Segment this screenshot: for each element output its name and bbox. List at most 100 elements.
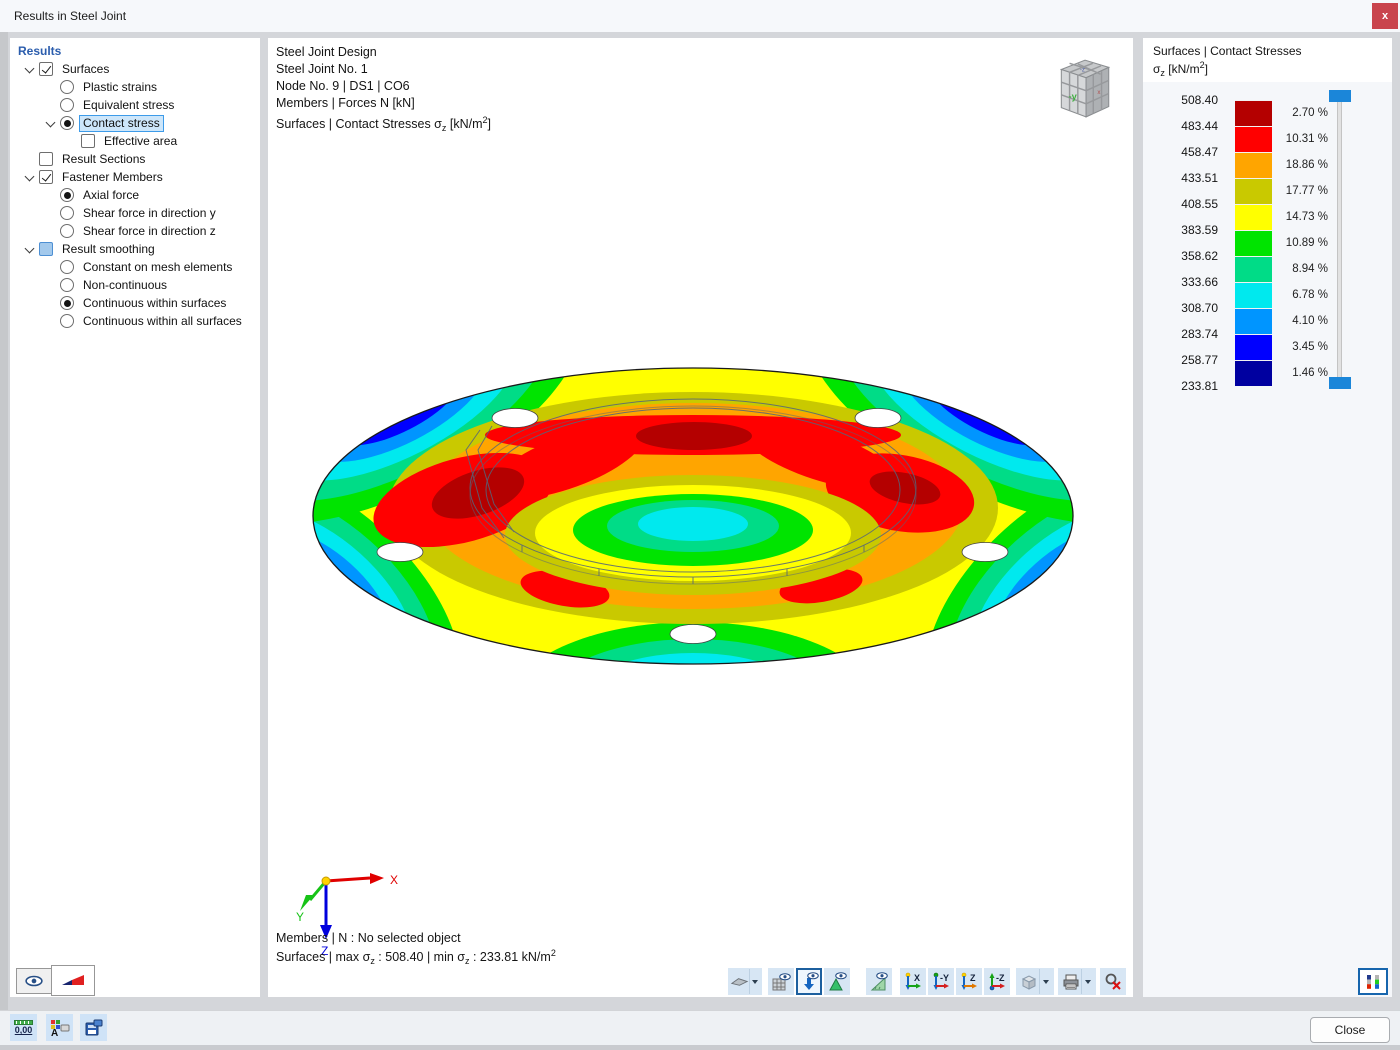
tree-control[interactable] xyxy=(81,134,95,148)
tree-item-label[interactable]: Result Sections xyxy=(58,151,149,168)
legend-percent-label: 3.45 % xyxy=(1272,341,1328,353)
expander-icon[interactable] xyxy=(43,259,60,275)
tree-control[interactable] xyxy=(39,152,53,166)
view-minus-y-button[interactable]: -Y xyxy=(928,968,954,995)
view-z-button[interactable]: Z xyxy=(956,968,982,995)
tree-item-label[interactable]: Effective area xyxy=(100,133,181,150)
tree-item-label[interactable]: Plastic strains xyxy=(79,79,161,96)
tree-item-label[interactable]: Continuous within all surfaces xyxy=(79,313,246,330)
tree-control[interactable] xyxy=(39,242,53,256)
tree-control[interactable] xyxy=(60,80,74,94)
tab-color-scale[interactable] xyxy=(51,965,95,996)
tree-item-label[interactable]: Axial force xyxy=(79,187,143,204)
close-button[interactable]: Close xyxy=(1310,1017,1390,1043)
close-icon[interactable]: x xyxy=(1372,3,1398,29)
expander-icon[interactable] xyxy=(43,277,60,293)
legend-band: 2.70 % xyxy=(1235,100,1328,126)
expander-icon[interactable] xyxy=(22,61,39,77)
expander-icon[interactable] xyxy=(43,97,60,113)
print-button[interactable] xyxy=(1058,968,1096,995)
dropdown-arrow-icon[interactable] xyxy=(1039,969,1051,994)
expander-icon[interactable] xyxy=(43,79,60,95)
dialog-titlebar[interactable]: Results in Steel Joint xyxy=(0,0,1400,32)
expander-icon[interactable] xyxy=(22,151,39,167)
tree-item-label[interactable]: Equivalent stress xyxy=(79,97,178,114)
tree-item-label[interactable]: Surfaces xyxy=(58,61,113,78)
dropdown-arrow-icon[interactable] xyxy=(1081,969,1093,994)
view-minus-z-button[interactable]: -Z xyxy=(984,968,1010,995)
expander-icon[interactable] xyxy=(43,295,60,311)
viewport-header-line: Node No. 9 | DS1 | CO6 xyxy=(276,78,491,95)
tree-item-label[interactable]: Contact stress xyxy=(79,115,164,132)
tree-item-label[interactable]: Continuous within surfaces xyxy=(79,295,230,312)
results-navigator-panel: Results Surfaces Plastic strains Equival… xyxy=(10,38,260,997)
isometric-view-button[interactable] xyxy=(1016,968,1054,995)
view-minus-z-icon: -Z xyxy=(986,971,1008,993)
tree-control[interactable] xyxy=(60,260,74,274)
legend-value-label: 333.66 xyxy=(1143,269,1218,295)
dimensions-visibility-button[interactable] xyxy=(866,968,892,995)
legend-color-swatch xyxy=(1235,230,1272,256)
tree-control[interactable] xyxy=(60,206,74,220)
tree-control[interactable] xyxy=(60,116,74,130)
expander-icon[interactable] xyxy=(22,169,39,185)
tree-item-label[interactable]: Non-continuous xyxy=(79,277,171,294)
tree-control[interactable] xyxy=(60,224,74,238)
tree-control[interactable] xyxy=(39,62,53,76)
legend-value-label: 233.81 xyxy=(1143,373,1218,399)
expander-icon[interactable] xyxy=(43,187,60,203)
viewport-canvas[interactable]: Steel Joint DesignSteel Joint No. 1Node … xyxy=(268,38,1133,997)
tree-row: Constant on mesh elements xyxy=(10,258,260,276)
tree-item-label[interactable]: Shear force in direction y xyxy=(79,205,220,222)
legend-color-swatch xyxy=(1235,334,1272,360)
tree-control[interactable] xyxy=(39,170,53,184)
scale-slider-handle-bottom[interactable] xyxy=(1329,377,1351,389)
legend-value-label: 383.59 xyxy=(1143,217,1218,243)
legend-band: 10.89 % xyxy=(1235,230,1328,256)
expander-icon[interactable] xyxy=(43,313,60,329)
tree-item-label[interactable]: Shear force in direction z xyxy=(79,223,220,240)
display-properties-button[interactable]: A xyxy=(46,1014,73,1041)
tree-item-label[interactable]: Fastener Members xyxy=(58,169,167,186)
display-mode-button[interactable] xyxy=(728,968,762,995)
cube-icon xyxy=(1019,972,1039,992)
zoom-cancel-button[interactable] xyxy=(1100,968,1126,995)
legend-band: 8.94 % xyxy=(1235,256,1328,282)
save-settings-button[interactable] xyxy=(80,1014,107,1041)
result-values-visibility-button[interactable] xyxy=(796,968,822,995)
tree-control[interactable] xyxy=(60,188,74,202)
legend-percent-label: 6.78 % xyxy=(1272,289,1328,301)
deformation-visibility-button[interactable] xyxy=(824,968,850,995)
expander-icon[interactable] xyxy=(64,133,81,149)
scale-slider-handle-top[interactable] xyxy=(1329,90,1351,102)
expander-icon[interactable] xyxy=(43,223,60,239)
units-icon: 0,00 xyxy=(14,1020,33,1035)
color-scale-options-button[interactable] xyxy=(1358,968,1388,995)
expander-icon[interactable] xyxy=(22,241,39,257)
legend-band: 6.78 % xyxy=(1235,282,1328,308)
tree-row: Plastic strains xyxy=(10,78,260,96)
legend-value-label: 408.55 xyxy=(1143,191,1218,217)
view-x-icon: X xyxy=(902,971,924,993)
tree-control[interactable] xyxy=(60,314,74,328)
tree-control[interactable] xyxy=(60,296,74,310)
eye-icon xyxy=(25,975,43,987)
legend-value-label: 358.62 xyxy=(1143,243,1218,269)
expander-icon[interactable] xyxy=(43,115,60,131)
navigation-cube[interactable]: -y -z x xyxy=(1051,50,1117,124)
view-x-button[interactable]: X xyxy=(900,968,926,995)
units-settings-button[interactable]: 0,00 xyxy=(10,1014,37,1041)
legend-value-label: 433.51 xyxy=(1143,165,1218,191)
tab-display[interactable] xyxy=(16,968,52,994)
tree-item-label[interactable]: Result smoothing xyxy=(58,241,159,258)
axis-y-label: Y xyxy=(296,910,304,924)
tree-control[interactable] xyxy=(60,278,74,292)
mesh-visibility-button[interactable] xyxy=(768,968,794,995)
tree-control[interactable] xyxy=(60,98,74,112)
scale-slider-track[interactable] xyxy=(1337,96,1342,389)
tree-item-label[interactable]: Constant on mesh elements xyxy=(79,259,236,276)
svg-text:Z: Z xyxy=(970,973,976,983)
zoom-cancel-icon xyxy=(1103,972,1123,992)
expander-icon[interactable] xyxy=(43,205,60,221)
dropdown-arrow-icon[interactable] xyxy=(749,969,761,994)
